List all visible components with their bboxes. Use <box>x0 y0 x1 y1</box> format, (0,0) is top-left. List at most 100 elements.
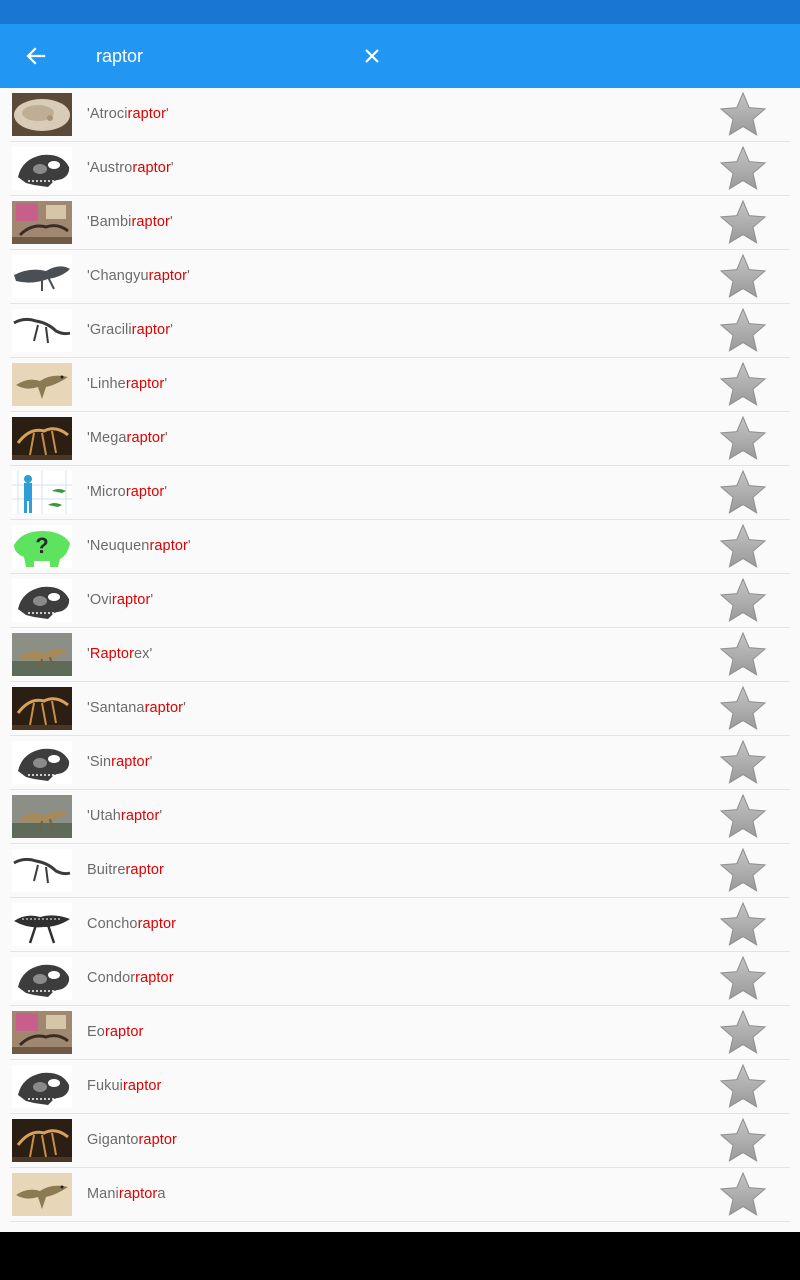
favorite-button[interactable] <box>718 1116 768 1166</box>
name-highlight: Raptor <box>89 646 134 662</box>
close-icon <box>365 49 379 63</box>
clear-search-button[interactable] <box>356 40 388 72</box>
name-suffix: ' <box>164 484 168 500</box>
favorite-button[interactable] <box>718 360 768 410</box>
thumbnail-image <box>12 903 72 946</box>
name-prefix: 'Linhe <box>87 376 126 392</box>
name-highlight: raptor <box>138 1132 177 1148</box>
thumbnail-image <box>12 147 72 190</box>
dinosaur-name: 'Megaraptor' <box>87 430 168 446</box>
list-item[interactable]: 'Utahraptor' <box>0 790 800 844</box>
name-highlight: raptor <box>132 160 171 176</box>
favorite-button[interactable] <box>718 468 768 518</box>
favorite-button[interactable] <box>718 198 768 248</box>
name-prefix: 'Sin <box>87 754 112 770</box>
dinosaur-name: Fukuiraptor <box>87 1078 161 1094</box>
list-item[interactable]: 'Raptorex' <box>0 628 800 682</box>
list-item[interactable]: Conchoraptor <box>0 898 800 952</box>
favorite-button[interactable] <box>718 144 768 194</box>
name-suffix: ' <box>166 106 169 122</box>
navigation-bar <box>0 1232 800 1280</box>
thumbnail-image <box>12 687 72 730</box>
thumbnail-image <box>12 741 72 784</box>
arrow-left-icon <box>26 47 46 65</box>
favorite-button[interactable] <box>718 1062 768 1112</box>
name-suffix: ' <box>183 700 186 716</box>
name-prefix: 'Atroci <box>87 106 128 122</box>
favorite-button[interactable] <box>718 738 768 788</box>
list-item[interactable]: 'Bambiraptor' <box>0 196 800 250</box>
name-suffix: a <box>157 1186 166 1202</box>
star-icon <box>719 1117 767 1162</box>
name-prefix: 'Mega <box>87 430 127 446</box>
favorite-button[interactable] <box>718 306 768 356</box>
dinosaur-name: Maniraptora <box>87 1186 166 1202</box>
thumbnail-image <box>12 849 72 892</box>
favorite-button[interactable] <box>718 522 768 572</box>
thumbnail-image <box>12 93 72 136</box>
list-item[interactable]: 'Megaraptor' <box>0 412 800 466</box>
list-item[interactable]: 'Oviraptor' <box>0 574 800 628</box>
name-suffix: ' <box>170 322 174 338</box>
list-item[interactable]: 'Graciliraptor' <box>0 304 800 358</box>
dinosaur-name: 'Santanaraptor' <box>87 700 186 716</box>
name-highlight: raptor <box>126 430 166 446</box>
list-item[interactable]: 'Austroraptor' <box>0 142 800 196</box>
star-icon <box>719 901 767 946</box>
favorite-button[interactable] <box>718 252 768 302</box>
star-icon <box>719 199 767 244</box>
list-item[interactable]: 'Linheraptor' <box>0 358 800 412</box>
list-item[interactable]: 'Santanaraptor' <box>0 682 800 736</box>
thumbnail-image <box>12 1011 72 1054</box>
dinosaur-name: 'Oviraptor' <box>87 592 153 608</box>
name-prefix: 'Utah <box>87 808 121 824</box>
list-item[interactable]: Buitreraptor <box>0 844 800 898</box>
star-icon <box>719 1063 767 1108</box>
name-prefix: Fukui <box>87 1078 123 1094</box>
favorite-button[interactable] <box>718 90 768 140</box>
dinosaur-name: Conchoraptor <box>87 916 176 932</box>
name-suffix: ' <box>164 376 168 392</box>
star-icon <box>719 793 767 838</box>
list-item[interactable]: Eoraptor <box>0 1006 800 1060</box>
dinosaur-name: 'Raptorex' <box>87 646 152 662</box>
list-item[interactable]: 'Changyuraptor' <box>0 250 800 304</box>
list-item[interactable]: 'Sinraptor' <box>0 736 800 790</box>
favorite-button[interactable] <box>718 684 768 734</box>
favorite-button[interactable] <box>718 954 768 1004</box>
list-item[interactable]: 'Atrociraptor' <box>0 88 800 142</box>
name-highlight: raptor <box>125 376 165 392</box>
favorite-button[interactable] <box>718 576 768 626</box>
name-highlight: raptor <box>137 916 177 932</box>
favorite-button[interactable] <box>718 900 768 950</box>
list-item[interactable]: Fukuiraptor <box>0 1060 800 1114</box>
favorite-button[interactable] <box>718 1170 768 1220</box>
name-highlight: raptor <box>131 214 170 230</box>
favorite-button[interactable] <box>718 1008 768 1058</box>
search-app-bar <box>0 24 800 88</box>
thumbnail-image <box>12 1119 72 1162</box>
name-highlight: raptor <box>118 1186 158 1202</box>
list-item[interactable]: ? 'Neuquenraptor' <box>0 520 800 574</box>
list-item[interactable]: Condorraptor <box>0 952 800 1006</box>
favorite-button[interactable] <box>718 630 768 680</box>
list-item[interactable]: Gigantoraptor <box>0 1114 800 1168</box>
star-icon <box>719 361 767 406</box>
name-prefix: 'Santana <box>87 700 145 716</box>
search-results-list[interactable]: 'Atrociraptor' 'Austroraptor' 'Bambiraptor… <box>0 88 800 1232</box>
star-icon <box>719 523 767 568</box>
favorite-button[interactable] <box>718 792 768 842</box>
dinosaur-name: 'Atrociraptor' <box>87 106 169 122</box>
favorite-button[interactable] <box>718 414 768 464</box>
favorite-button[interactable] <box>718 846 768 896</box>
star-icon <box>719 955 767 1000</box>
back-button[interactable] <box>20 40 52 72</box>
name-prefix: Concho <box>87 916 138 932</box>
list-item[interactable]: 'Microraptor' <box>0 466 800 520</box>
dinosaur-name: 'Neuquenraptor' <box>87 538 191 554</box>
name-suffix: ex' <box>134 646 153 662</box>
search-input[interactable] <box>96 40 336 72</box>
star-icon <box>719 469 767 514</box>
thumbnail-image <box>12 309 72 352</box>
list-item[interactable]: Maniraptora <box>0 1168 800 1222</box>
